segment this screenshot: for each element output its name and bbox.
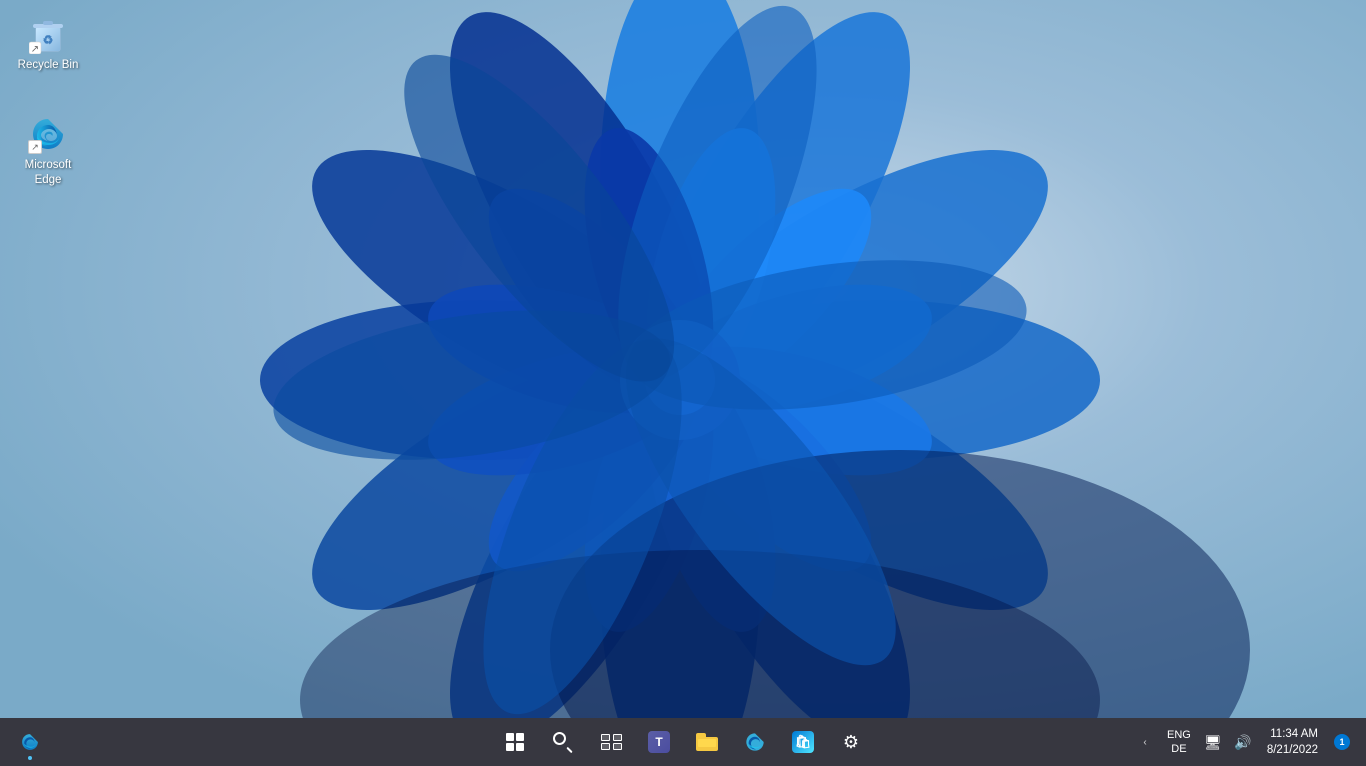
edge-desktop-label: Microsoft Edge xyxy=(12,158,84,188)
volume-button[interactable]: 🔊 xyxy=(1231,730,1255,754)
folder-icon xyxy=(696,733,718,751)
notification-badge: 1 xyxy=(1334,734,1350,750)
settings-icon: ⚙ xyxy=(843,732,859,753)
file-explorer-button[interactable] xyxy=(685,720,729,764)
store-button[interactable]: 🛍 xyxy=(781,720,825,764)
notification-button[interactable]: 1 xyxy=(1330,730,1354,754)
taskbar-running-edge[interactable] xyxy=(8,720,52,764)
speaker-icon: 🔊 xyxy=(1234,734,1251,751)
taskbar-center: T 🛍 ⚙ xyxy=(493,720,873,764)
taskbar-right: ‹ ENG DE 🖥 🔊 11:34 AM 8/21/2022 1 xyxy=(1133,722,1366,762)
language-line1: ENG xyxy=(1167,728,1191,742)
recycle-bin-icon[interactable]: ♻ ↗ Recycle Bin xyxy=(8,10,88,77)
svg-text:↗: ↗ xyxy=(31,44,39,54)
taskview-button[interactable] xyxy=(589,720,633,764)
teams-icon: T xyxy=(648,731,670,753)
taskbar: T 🛍 ⚙ xyxy=(0,718,1366,766)
store-icon: 🛍 xyxy=(792,731,814,753)
recycle-bin-label: Recycle Bin xyxy=(18,58,79,73)
settings-taskbar-button[interactable]: ⚙ xyxy=(829,720,873,764)
desktop: ♻ ↗ Recycle Bin xyxy=(0,0,1366,718)
display-settings-button[interactable]: 🖥 xyxy=(1201,730,1225,754)
microsoft-edge-desktop-icon[interactable]: ↗ Microsoft Edge xyxy=(8,110,88,192)
search-icon xyxy=(553,732,573,752)
show-hidden-icons-button[interactable]: ‹ xyxy=(1133,730,1157,754)
monitor-icon: 🖥 xyxy=(1204,734,1222,751)
language-indicator[interactable]: ENG DE xyxy=(1163,724,1195,761)
edge-taskbar-icon xyxy=(744,731,766,753)
svg-text:♻: ♻ xyxy=(43,33,54,47)
taskview-icon xyxy=(601,734,622,750)
recycle-bin-image: ♻ ↗ xyxy=(28,14,68,54)
teams-button[interactable]: T xyxy=(637,720,681,764)
search-button[interactable] xyxy=(541,720,585,764)
taskbar-left xyxy=(0,720,120,764)
clock-time: 11:34 AM xyxy=(1270,726,1318,742)
start-button[interactable] xyxy=(493,720,537,764)
clock-date: 8/21/2022 xyxy=(1267,742,1318,758)
clock-area[interactable]: 11:34 AM 8/21/2022 xyxy=(1261,722,1324,762)
edge-desktop-image: ↗ xyxy=(28,114,68,154)
language-line2: DE xyxy=(1171,742,1186,756)
windows-logo-icon xyxy=(506,733,524,751)
edge-taskbar-button[interactable] xyxy=(733,720,777,764)
